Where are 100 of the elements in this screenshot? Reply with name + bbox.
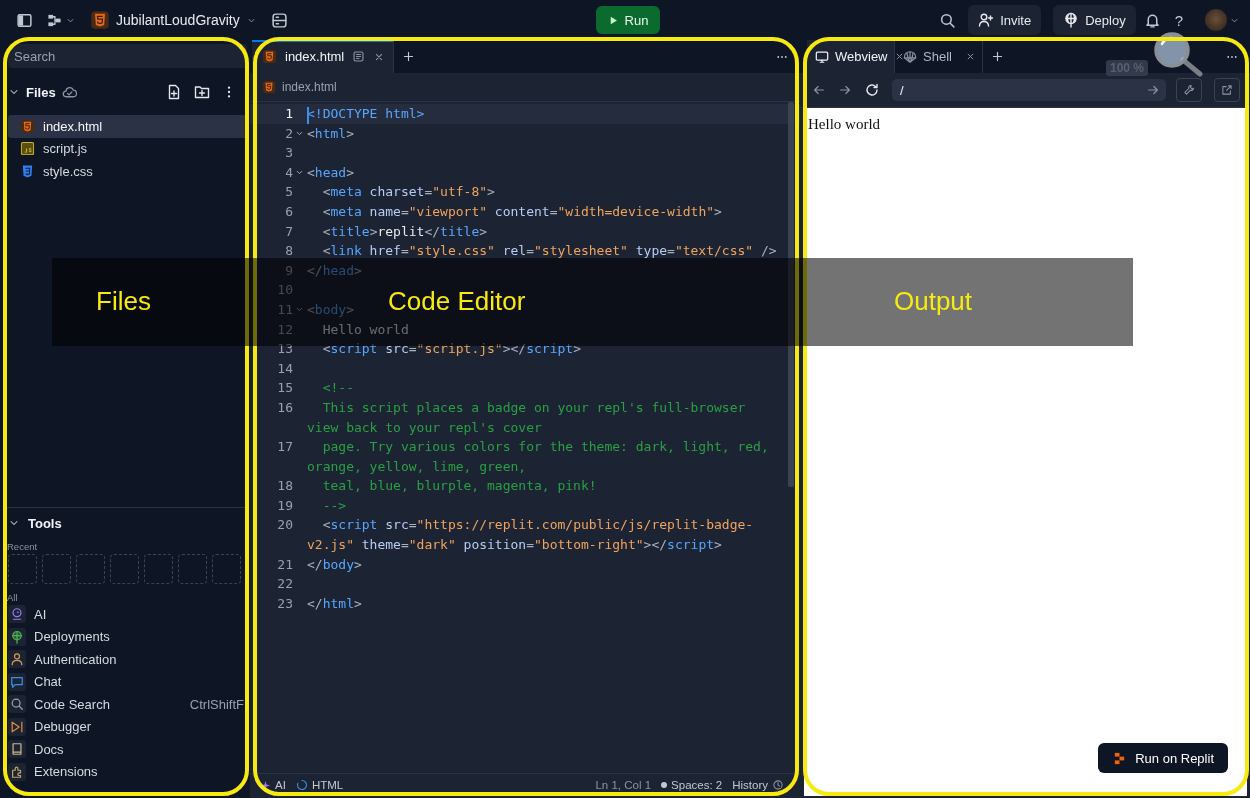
line-number: 19 [277, 496, 293, 515]
tool-item[interactable]: Chat [4, 670, 247, 693]
search-icon[interactable] [939, 11, 957, 29]
annotation-label: Output [894, 285, 973, 317]
scrollbar-thumb[interactable] [788, 102, 794, 487]
line-number: 1 [285, 105, 293, 123]
line-number: 11 [277, 300, 293, 319]
project-name[interactable]: JubilantLoudGravity [116, 12, 240, 28]
forward-icon[interactable] [838, 83, 852, 97]
editor-tab[interactable]: index.html [252, 40, 395, 73]
tool-item[interactable]: AI [4, 603, 247, 626]
code-line: teal, blue, blurple, magenta, pink! [321, 478, 597, 494]
shortcut-label: CtrlShiftF [189, 696, 245, 712]
tool-item[interactable]: Deployments [4, 625, 247, 648]
code-line: <html> [307, 125, 354, 141]
html-file-icon[interactable] [90, 10, 110, 30]
line-number: 7 [285, 222, 293, 241]
annotation-label: Code Editor [388, 285, 526, 317]
file-item[interactable]: index.html [8, 115, 247, 138]
spinner-icon [295, 779, 308, 791]
tool-item[interactable]: Authentication [4, 648, 247, 671]
preview-icon[interactable] [352, 50, 366, 63]
url-field[interactable]: / [892, 79, 1166, 101]
code-line: <!-- [321, 380, 354, 396]
line-number: 10 [277, 281, 293, 300]
globe-icon [1063, 12, 1080, 28]
indent-status[interactable]: Spaces: 2 [661, 779, 723, 791]
help-button[interactable]: ? [1168, 11, 1189, 29]
text-cursor [307, 107, 309, 124]
nodes-icon[interactable] [47, 12, 62, 28]
invite-button[interactable]: Invite [968, 5, 1042, 35]
back-icon[interactable] [812, 83, 826, 97]
wrench-icon [1183, 84, 1195, 96]
cloud-check-icon [61, 84, 77, 100]
bell-icon[interactable] [1143, 11, 1161, 29]
server-icon[interactable] [270, 11, 288, 29]
annotation-label: Files [96, 285, 151, 317]
code-line: </head> [307, 262, 362, 278]
empty-slot [76, 554, 105, 584]
html-file-icon [262, 80, 276, 94]
play-step-icon [10, 719, 24, 734]
empty-slot [144, 554, 173, 584]
code-line: <meta name="viewport" content="width=device-width"> [321, 203, 722, 219]
run-button[interactable]: Run [595, 6, 661, 34]
reload-icon[interactable] [864, 82, 880, 98]
tool-item[interactable]: Debugger [4, 715, 247, 738]
ai-status[interactable]: AI [260, 779, 286, 791]
css-file-icon [20, 163, 35, 179]
code-line: <title>replit</title> [321, 223, 488, 239]
html-file-icon [20, 118, 35, 134]
deploy-button[interactable]: Deploy [1053, 5, 1136, 35]
line-number: 3 [285, 144, 293, 163]
ai-icon [10, 607, 24, 622]
run-on-replit-button[interactable]: Run on Replit [1098, 743, 1228, 773]
line-number: 6 [285, 202, 293, 221]
book-icon [10, 742, 24, 757]
person-icon [10, 652, 24, 667]
section-label: All [7, 592, 19, 603]
js-file-icon [20, 141, 35, 157]
page-text: Hello world [808, 116, 882, 133]
language-status[interactable]: HTML [295, 779, 344, 791]
open-new-tab-button[interactable] [1214, 78, 1240, 102]
tool-item[interactable]: Extensions [4, 760, 247, 783]
plus-icon[interactable] [991, 50, 1004, 63]
section-title: Tools [28, 515, 62, 531]
history-icon [772, 779, 784, 791]
search-field[interactable]: Search [8, 44, 247, 68]
magnifier-icon [1152, 31, 1204, 77]
user-plus-icon [978, 12, 995, 28]
file-item[interactable]: style.css [8, 160, 247, 183]
line-number: 20 [277, 516, 293, 535]
empty-slot [110, 554, 139, 584]
sidebar-toggle-icon[interactable] [16, 11, 33, 29]
code-line: <body> [307, 301, 354, 317]
tool-item[interactable]: Docs [4, 738, 247, 761]
code-line: <script src="script.js"></script> [321, 341, 581, 357]
output-tab[interactable]: Shell [895, 40, 983, 73]
plus-icon[interactable] [402, 50, 416, 63]
line-number: 21 [277, 555, 293, 574]
go-arrow-icon[interactable] [1146, 83, 1160, 97]
empty-slot [212, 554, 241, 584]
line-number: 16 [277, 398, 293, 417]
html-file-icon [262, 49, 277, 64]
puzzle-icon [10, 764, 24, 779]
breadcrumb-item[interactable]: index.html [282, 80, 337, 94]
new-folder-icon[interactable] [194, 84, 210, 100]
line-number: 14 [277, 359, 293, 378]
cursor-position[interactable]: Ln 1, Col 1 [595, 779, 652, 791]
tool-item[interactable]: Code Search CtrlShiftF [4, 693, 247, 716]
file-item[interactable]: script.js [8, 137, 247, 160]
external-link-icon [1221, 84, 1233, 96]
monitor-icon [815, 49, 829, 64]
line-number: 8 [285, 242, 293, 261]
shell-icon [903, 49, 917, 64]
line-number: 4 [285, 163, 293, 182]
close-icon[interactable] [965, 51, 976, 62]
empty-slot [42, 554, 71, 584]
new-file-icon[interactable] [166, 84, 182, 100]
devtools-button[interactable] [1176, 78, 1202, 102]
history-button[interactable]: History [732, 779, 784, 791]
